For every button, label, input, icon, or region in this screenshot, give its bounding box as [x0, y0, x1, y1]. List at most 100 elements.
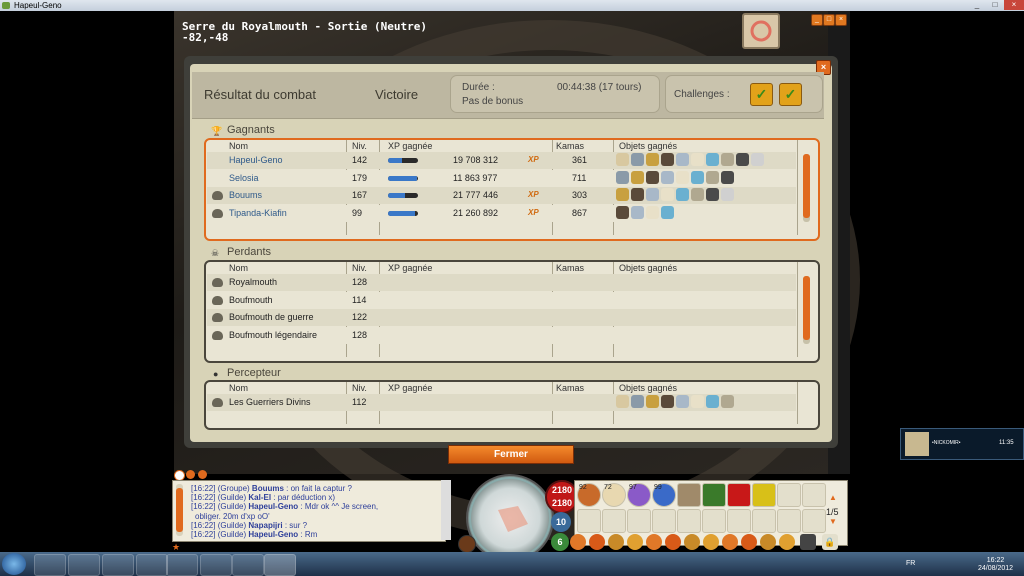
spell-book-icon[interactable] [458, 535, 476, 553]
loot-item-icon[interactable] [676, 395, 689, 408]
loot-item-icon[interactable] [661, 170, 674, 184]
chat-smiley-icon[interactable] [186, 470, 195, 479]
loot-item-icon[interactable] [646, 188, 659, 201]
media-player-icon[interactable] [68, 554, 100, 576]
shortcut-slot[interactable] [677, 483, 701, 507]
spell-icon[interactable] [779, 534, 795, 550]
shortcut-slot[interactable] [802, 509, 826, 533]
loot-item-icon[interactable] [706, 170, 719, 184]
spell-icon[interactable] [627, 534, 643, 550]
loot-item-icon[interactable] [676, 153, 689, 166]
shortcut-slot[interactable] [702, 483, 726, 507]
system-clock[interactable]: 16:22 24/08/2012 [978, 557, 1013, 573]
shortcut-slot[interactable] [752, 483, 776, 507]
loot-item-icon[interactable] [676, 170, 689, 184]
loot-item-icon[interactable] [616, 188, 629, 201]
loot-item-icon[interactable] [706, 153, 719, 166]
combatant-name[interactable]: Bouums [229, 187, 262, 204]
skype-icon[interactable] [200, 554, 232, 576]
shortcut-slot[interactable] [777, 483, 801, 507]
close-button[interactable]: Fermer [448, 445, 574, 464]
loser-row[interactable] [207, 274, 796, 291]
shortcut-slot[interactable] [802, 483, 826, 507]
chat-scrollbar[interactable] [176, 484, 183, 536]
chat-panel[interactable]: [16:22] (Groupe) Bouums : on fait la cap… [172, 480, 446, 542]
shortcut-slot[interactable] [727, 509, 751, 533]
minimize-button[interactable]: _ [968, 0, 986, 10]
shortcut-slot[interactable] [727, 483, 751, 507]
page-down-icon[interactable]: ▼ [829, 517, 837, 526]
loot-item-icon[interactable] [661, 188, 674, 201]
loot-item-icon[interactable] [721, 170, 734, 184]
spell-icon[interactable] [760, 534, 776, 550]
shortcut-slot[interactable] [752, 509, 776, 533]
loot-item-icon[interactable] [616, 170, 629, 184]
spell-icon[interactable] [570, 534, 586, 550]
spell-icon[interactable] [608, 534, 624, 550]
loot-item-icon[interactable] [631, 395, 644, 408]
spell-icon[interactable] [665, 534, 681, 550]
table-scrollbar[interactable] [803, 276, 810, 344]
spell-icon[interactable] [646, 534, 662, 550]
panel-restore-icon[interactable]: □ [823, 14, 835, 26]
loot-item-icon[interactable] [616, 205, 629, 219]
chat-channel-filters[interactable] [441, 480, 451, 540]
chat-emote-icon[interactable] [198, 470, 207, 479]
page-up-icon[interactable]: ▲ [829, 493, 837, 502]
game-launcher-icon[interactable] [102, 554, 134, 576]
loot-item-icon[interactable] [646, 205, 659, 219]
table-scrollbar[interactable] [803, 154, 810, 222]
loot-item-icon[interactable] [631, 170, 644, 184]
loot-item-icon[interactable] [646, 395, 659, 408]
loot-item-icon[interactable] [676, 188, 689, 201]
compass-minimap[interactable] [466, 474, 554, 562]
tools-icon[interactable] [800, 534, 816, 550]
language-indicator[interactable]: FR [906, 560, 915, 567]
maximize-button[interactable]: □ [986, 0, 1004, 10]
loot-item-icon[interactable] [721, 153, 734, 166]
loot-item-icon[interactable] [616, 395, 629, 408]
loot-item-icon[interactable] [616, 153, 629, 166]
loot-item-icon[interactable] [661, 153, 674, 166]
loot-item-icon[interactable] [736, 153, 749, 166]
lock-icon[interactable]: 🔒 [822, 534, 838, 550]
close-window-button[interactable]: × [1004, 0, 1024, 10]
loot-item-icon[interactable] [706, 188, 719, 201]
combatant-name[interactable]: Selosia [229, 170, 259, 187]
shortcut-slot[interactable] [677, 509, 701, 533]
challenge-success-icon[interactable]: ✓ [750, 83, 773, 106]
challenge-success-icon[interactable]: ✓ [779, 83, 802, 106]
spell-icon[interactable] [684, 534, 700, 550]
loot-item-icon[interactable] [631, 188, 644, 201]
spell-icon[interactable] [741, 534, 757, 550]
start-button[interactable] [2, 553, 26, 575]
explorer-icon[interactable] [34, 554, 66, 576]
loot-item-icon[interactable] [631, 153, 644, 166]
shortcut-slot[interactable] [652, 509, 676, 533]
star-icon[interactable]: ★ [172, 542, 184, 552]
loot-item-icon[interactable] [751, 153, 764, 166]
combatant-name[interactable]: Hapeul-Geno [229, 152, 283, 169]
firefox-icon[interactable] [166, 554, 198, 576]
shortcut-slot[interactable] [627, 509, 651, 533]
program-icon[interactable] [136, 554, 168, 576]
winner-row[interactable] [207, 204, 796, 222]
loser-row[interactable] [207, 291, 796, 309]
loot-item-icon[interactable] [691, 153, 704, 166]
loot-item-icon[interactable] [691, 188, 704, 201]
panel-minimize-icon[interactable]: _ [811, 14, 823, 26]
loot-item-icon[interactable] [691, 395, 704, 408]
spell-icon[interactable] [703, 534, 719, 550]
spell-icon[interactable] [722, 534, 738, 550]
loot-item-icon[interactable] [646, 170, 659, 184]
loot-item-icon[interactable] [706, 395, 719, 408]
vlc-icon[interactable] [232, 554, 264, 576]
dofus-taskbar-icon[interactable] [264, 554, 296, 576]
loot-item-icon[interactable] [691, 170, 704, 184]
loot-item-icon[interactable] [661, 395, 674, 408]
loot-item-icon[interactable] [631, 205, 644, 219]
shortcut-slot[interactable] [577, 509, 601, 533]
combatant-name[interactable]: Tipanda-Kiafin [229, 205, 287, 222]
loot-item-icon[interactable] [721, 188, 734, 201]
shortcut-slot[interactable] [602, 509, 626, 533]
